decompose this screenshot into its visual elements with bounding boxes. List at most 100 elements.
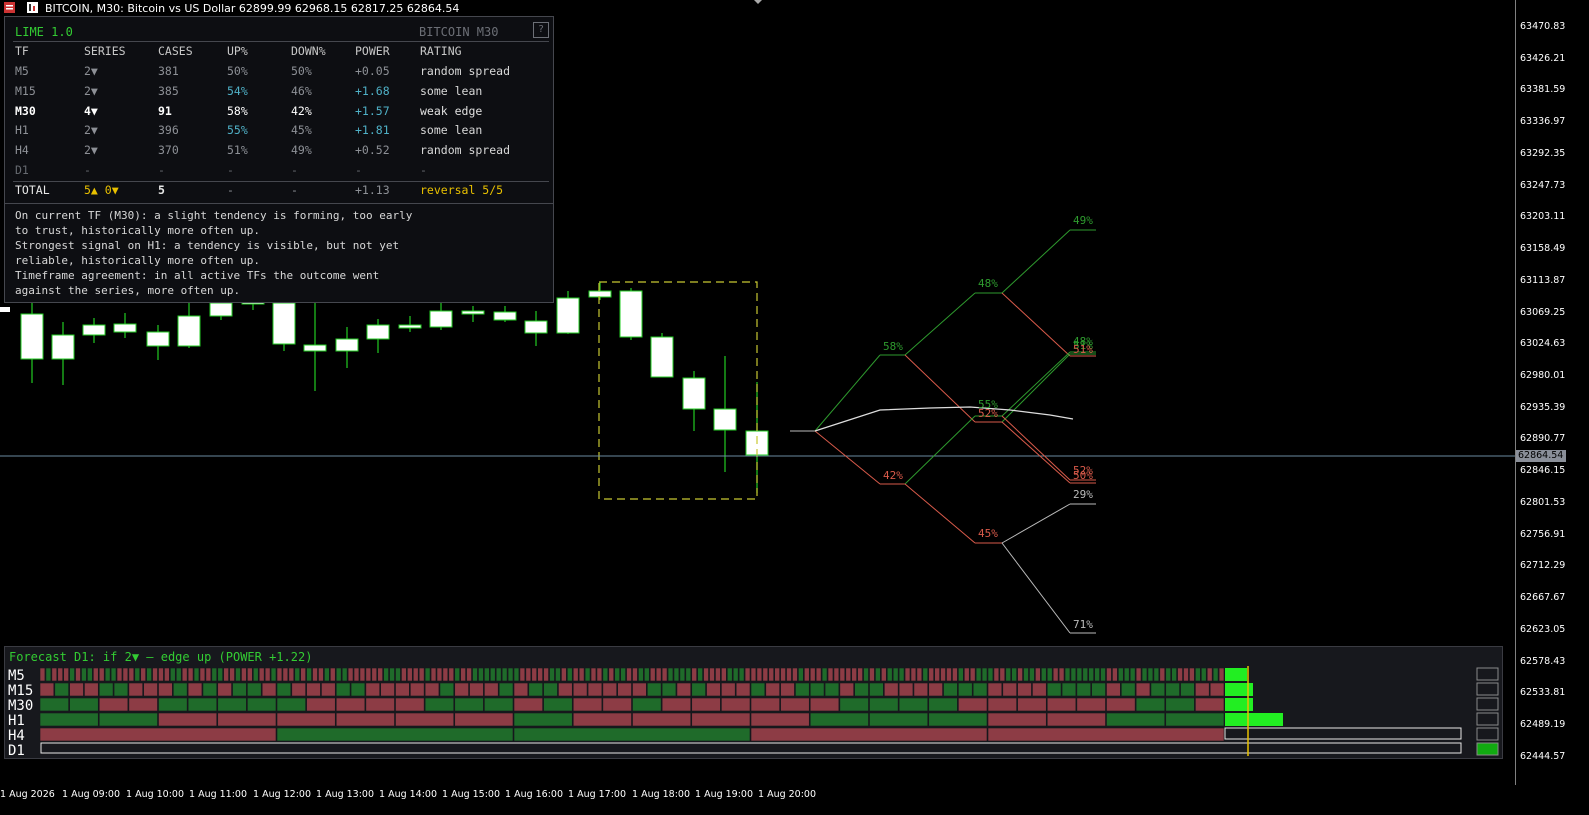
panel-title: LIME 1.0 — [15, 25, 73, 39]
table-cell: H1 — [15, 123, 29, 138]
table-cell: 4▼ — [84, 103, 98, 118]
divider — [5, 203, 553, 204]
projection-branch — [1001, 542, 1071, 634]
price-axis-label: 62489.19 — [1520, 719, 1566, 731]
table-cell: DOWN% — [291, 44, 326, 58]
panel-symbol: BITCOIN M30 — [419, 25, 499, 39]
projection-label: 51% — [1073, 343, 1093, 356]
price-axis-label: 62890.77 — [1520, 433, 1566, 445]
table-cell: some lean — [420, 83, 483, 98]
table-cell: 50% — [227, 64, 248, 78]
table-cell: random spread — [420, 64, 511, 78]
time-axis-label: 1 Aug 12:00 — [253, 789, 312, 800]
candle-body — [588, 290, 612, 298]
table-cell: RATING — [420, 44, 462, 58]
table-cell: 58% — [227, 103, 248, 118]
table-cell: +1.57 — [355, 103, 390, 118]
candle-body — [303, 344, 327, 352]
table-cell: random spread — [420, 143, 511, 158]
time-axis-label: 1 Aug 10:00 — [126, 789, 185, 800]
projection-branch — [1001, 415, 1071, 481]
note-line: Timeframe agreement: in all active TFs t… — [15, 269, 380, 282]
price-axis-label: 62444.57 — [1520, 750, 1566, 762]
table-cell: - — [291, 183, 298, 197]
price-axis-label: 63247.73 — [1520, 179, 1566, 191]
price-axis-label: 63336.97 — [1520, 116, 1566, 128]
projection-label: 42% — [883, 469, 903, 482]
candle-body — [209, 302, 233, 317]
table-cell: POWER — [355, 44, 390, 58]
candle-body — [398, 324, 422, 329]
projection-label: 49% — [1073, 214, 1093, 227]
price-axis-label: 62623.05 — [1520, 623, 1566, 635]
table-cell: 381 — [158, 64, 179, 78]
table-cell: 2▼ — [84, 123, 98, 138]
help-button[interactable]: ? — [533, 22, 549, 38]
projection-branch — [1001, 292, 1071, 357]
candle-body — [51, 334, 75, 360]
menu-arrow-icon[interactable] — [754, 0, 762, 4]
table-cell: 2▼ — [84, 143, 98, 158]
note-line: to trust, historically more often up. — [15, 224, 261, 237]
projection-branch — [1001, 351, 1071, 417]
candlestick-series — [0, 282, 769, 493]
table-cell: - — [420, 163, 427, 177]
time-axis-label: 1 Aug 17:00 — [568, 789, 627, 800]
projection-label: 71% — [1073, 618, 1093, 631]
candle-body — [650, 336, 674, 378]
projection-branch — [904, 292, 976, 356]
projection-branch — [904, 483, 976, 544]
time-axis-label: 1 Aug 15:00 — [442, 789, 501, 800]
forecast-title: Forecast D1: if 2▼ — edge up (POWER +1.2… — [9, 650, 313, 664]
time-axis-label: 1 Aug 18:00 — [632, 789, 691, 800]
table-cell: H4 — [15, 143, 29, 158]
table-cell: M30 — [15, 103, 36, 118]
row-label-d1: D1 — [8, 743, 25, 759]
table-cell: 45% — [291, 123, 312, 138]
table-cell: M5 — [15, 64, 29, 78]
table-cell: - — [291, 163, 298, 177]
price-axis-label: 63426.21 — [1520, 52, 1566, 64]
table-cell: - — [158, 163, 165, 177]
table-cell: - — [227, 183, 234, 197]
projection-label: 45% — [978, 527, 998, 540]
row-label-m15: M15 — [8, 683, 34, 699]
time-axis-label: 1 Aug 14:00 — [379, 789, 438, 800]
table-cell: +1.13 — [355, 183, 390, 197]
time-axis-label: 1 Aug 2026 — [0, 789, 55, 800]
projection-label: 50% — [1073, 469, 1093, 482]
candle-body — [429, 310, 453, 328]
candle-body — [0, 307, 10, 312]
candle-body — [493, 311, 517, 321]
table-cell: 50% — [291, 64, 312, 78]
price-axis-label: 63069.25 — [1520, 306, 1566, 318]
table-cell: CASES — [158, 44, 193, 58]
candle-body — [177, 315, 201, 347]
table-cell: 55% — [227, 123, 248, 138]
candle-body — [335, 338, 359, 352]
table-cell: 370 — [158, 143, 179, 158]
projection-branch — [814, 354, 881, 432]
candle-body — [524, 320, 548, 334]
table-cell: weak edge — [420, 103, 483, 118]
candle-body — [146, 331, 170, 347]
candle-body — [682, 377, 706, 410]
table-cell: - — [84, 163, 91, 177]
table-cell: 5 — [158, 183, 165, 197]
table-cell: 91 — [158, 103, 172, 118]
divider — [13, 181, 549, 182]
table-cell: 49% — [291, 143, 312, 158]
projection-branch — [904, 415, 976, 485]
price-axis-label: 62801.53 — [1520, 496, 1566, 508]
time-axis-label: 1 Aug 11:00 — [189, 789, 248, 800]
mean-path-line — [814, 406, 1074, 432]
projection-label: 52% — [978, 407, 998, 420]
projection-branch — [904, 354, 976, 423]
price-axis-label: 62667.67 — [1520, 592, 1566, 604]
candle-body — [619, 290, 643, 338]
time-axis-label: 1 Aug 09:00 — [62, 789, 121, 800]
candle-body — [82, 324, 106, 336]
price-axis-label: 62533.81 — [1520, 687, 1566, 699]
note-line: Strongest signal on H1: a tendency is vi… — [15, 239, 400, 252]
price-axis-label: 63113.87 — [1520, 274, 1566, 286]
